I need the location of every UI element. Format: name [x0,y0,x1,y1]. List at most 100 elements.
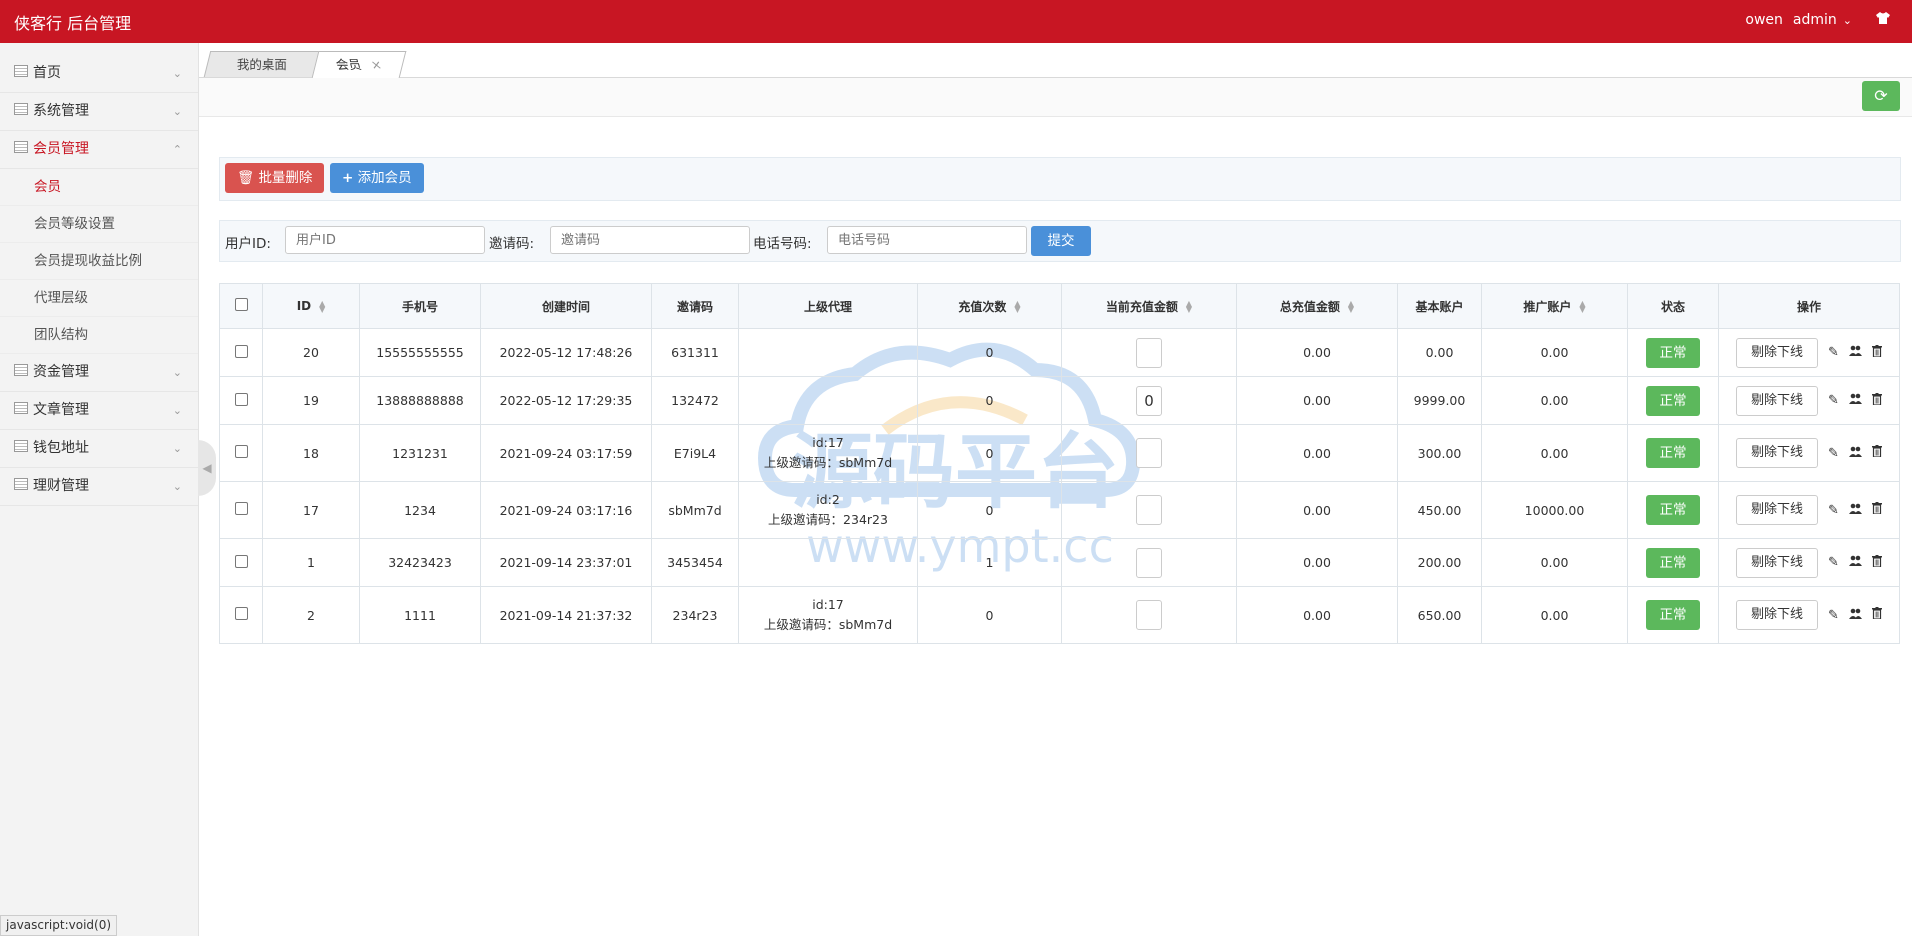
trash-icon: 🗑 [237,170,255,186]
kick-offline-button[interactable]: 剔除下线 [1736,547,1819,578]
cell-status: 正常 [1627,538,1719,587]
refresh-icon: ⟳ [1874,86,1888,105]
tab-desktop[interactable]: 我的桌面 [203,51,321,77]
cell-status: 正常 [1627,481,1719,539]
user-menu[interactable]: owen admin ⌄ [1745,12,1890,28]
kick-offline-button[interactable]: 剔除下线 [1736,600,1819,630]
select-all-checkbox[interactable] [234,298,248,311]
status-button[interactable]: 正常 [1646,600,1700,630]
sidebar-collapse-handle[interactable]: ◀ [198,440,216,496]
sort-icon[interactable]: ▲ ▼ [1186,300,1192,314]
table-row[interactable]: 1 32423423 2021-09-14 23:37:01 3453454 1 0.00… [219,538,1900,587]
col-id[interactable]: ID ▲ ▼ [262,283,360,329]
trash-icon[interactable] [1871,554,1882,571]
trash-icon[interactable] [1871,607,1882,623]
phone-label: 电话号码: [753,236,812,252]
trash-icon[interactable] [1871,344,1882,361]
user-id-input[interactable] [285,226,485,254]
invite-code-input[interactable] [550,226,750,254]
kick-offline-button[interactable]: 剔除下线 [1736,385,1819,416]
row-checkbox[interactable] [234,554,248,568]
edit-icon[interactable]: ✎ [1828,345,1839,360]
team-icon[interactable] [1848,393,1862,408]
trash-icon[interactable] [1871,392,1882,409]
edit-icon[interactable]: ✎ [1828,503,1839,518]
edit-icon[interactable]: ✎ [1828,608,1839,623]
sort-icon[interactable]: ▲ ▼ [319,299,325,313]
kick-offline-button[interactable]: 剔除下线 [1736,337,1819,368]
col-promo[interactable]: 推广账户 ▲ ▼ [1481,283,1628,329]
batch-delete-label: 批量删除 [258,170,313,186]
row-checkbox[interactable] [234,607,248,620]
edit-icon[interactable]: ✎ [1828,393,1839,408]
trash-icon[interactable] [1871,502,1882,518]
chevron-down-icon: ⌄ [172,480,182,493]
trash-icon[interactable] [1871,445,1882,461]
cell-id: 19 [262,376,360,425]
table-row[interactable]: 2 1111 2021-09-14 21:37:32 234r23 id:17 上级邀请码… [219,586,1900,644]
sidebar-item-finance[interactable]: 理财管理 ⌄ [0,468,198,506]
status-button[interactable]: 正常 [1646,547,1700,578]
sort-icon[interactable]: ▲ ▼ [1348,300,1354,314]
sidebar-item-wallet[interactable]: 钱包地址 ⌄ [0,430,198,468]
sidebar-item-funds[interactable]: 资金管理 ⌄ [0,354,198,392]
sort-icon[interactable]: ▲ ▼ [1014,300,1020,314]
status-button[interactable]: 正常 [1646,438,1700,468]
team-icon[interactable] [1848,608,1862,623]
close-icon[interactable]: × [368,52,385,77]
current-amount-box [1136,337,1162,368]
sidebar-subitem-member-level[interactable]: 会员等级设置 [0,206,198,243]
status-button[interactable]: 正常 [1646,495,1700,525]
team-icon[interactable] [1848,503,1862,518]
row-checkbox[interactable] [234,344,248,358]
sidebar-subitem-agent-level[interactable]: 代理层级 [0,280,198,317]
sidebar-item-members[interactable]: 会员管理 ⌃ [0,131,198,169]
batch-delete-button[interactable]: 🗑 批量删除 [225,163,325,193]
sidebar-subitem-team-structure[interactable]: 团队结构 [0,317,198,354]
row-checkbox[interactable] [234,445,248,458]
team-icon[interactable] [1848,446,1862,461]
edit-icon[interactable]: ✎ [1828,446,1839,461]
submit-button[interactable]: 提交 [1031,226,1091,256]
tab-members[interactable]: 会员 × [311,51,407,78]
cell-total-amount: 0.00 [1236,376,1398,425]
edit-icon[interactable]: ✎ [1828,555,1839,570]
status-button[interactable]: 正常 [1646,337,1700,368]
table-row[interactable]: 20 15555555555 2022-05-12 17:48:26 631311 0 0… [219,328,1900,377]
team-icon[interactable] [1848,345,1862,360]
sidebar-item-label: 文章管理 [33,402,89,418]
refresh-button[interactable]: ⟳ [1862,81,1900,111]
sidebar-item-home[interactable]: 首页 ⌄ [0,55,198,93]
row-checkbox[interactable] [234,502,248,515]
cell-total-amount: 0.00 [1236,586,1398,644]
sidebar-item-system[interactable]: 系统管理 ⌄ [0,93,198,131]
cell-ops: 剔除下线 ✎ [1718,376,1900,425]
team-icon[interactable] [1848,555,1862,570]
cell-phone: 13888888888 [359,376,481,425]
sidebar-item-articles[interactable]: 文章管理 ⌄ [0,392,198,430]
chevron-down-icon[interactable]: ⌄ [1843,14,1852,27]
sort-icon[interactable]: ▲ ▼ [1579,300,1585,314]
cell-current-amount [1061,481,1237,539]
table-row[interactable]: 17 1234 2021-09-24 03:17:16 sbMm7d id:2 上级邀请码… [219,481,1900,539]
kick-offline-button[interactable]: 剔除下线 [1736,495,1819,525]
cell-invite: 3453454 [651,538,739,587]
skin-icon[interactable] [1876,12,1890,28]
search-filter-bar: 用户ID: 邀请码: 电话号码: 提交 [219,220,1901,262]
phone-input[interactable] [827,226,1027,254]
status-button[interactable]: 正常 [1646,385,1700,416]
user-role[interactable]: admin [1793,12,1837,28]
cell-status: 正常 [1627,328,1719,377]
table-row[interactable]: 18 1231231 2021-09-24 03:17:59 E7i9L4 id:17 上… [219,424,1900,482]
col-total-amount[interactable]: 总充值金额 ▲ ▼ [1236,283,1398,329]
table-row[interactable]: 19 13888888888 2022-05-12 17:29:35 132472 0 0… [219,376,1900,425]
col-recharge-count[interactable]: 充值次数 ▲ ▼ [917,283,1062,329]
cell-ops: 剔除下线 ✎ [1718,538,1900,587]
user-name[interactable]: owen [1745,12,1783,28]
col-current-amount[interactable]: 当前充值金额 ▲ ▼ [1061,283,1237,329]
sidebar-subitem-member[interactable]: 会员 [0,169,198,206]
kick-offline-button[interactable]: 剔除下线 [1736,438,1819,468]
sidebar-subitem-withdraw-ratio[interactable]: 会员提现收益比例 [0,243,198,280]
row-checkbox[interactable] [234,392,248,406]
add-member-button[interactable]: + 添加会员 [330,163,424,193]
